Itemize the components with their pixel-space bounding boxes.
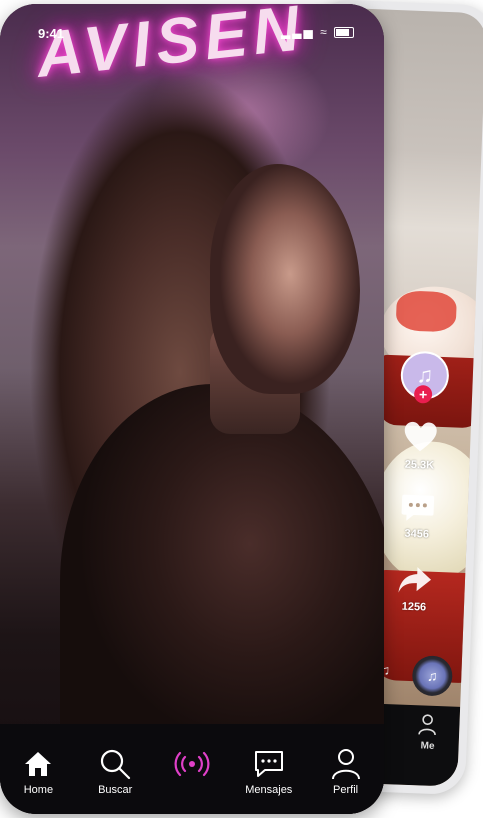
home-icon — [25, 752, 52, 776]
like-button[interactable] — [398, 420, 443, 459]
nav-perfil[interactable]: Perfil — [311, 748, 381, 796]
share-arrow-icon — [398, 567, 432, 593]
nav-perfil-label: Perfil — [333, 784, 359, 796]
nav-mensajes-label: Mensajes — [245, 784, 293, 796]
tiktok-logo-icon: ♫ — [426, 667, 438, 685]
wifi-icon: ≈ — [320, 25, 329, 39]
nav-live[interactable] — [157, 748, 227, 780]
comment-button[interactable] — [395, 490, 440, 529]
nav-buscar[interactable]: Buscar — [80, 748, 150, 796]
cupcake-topping — [395, 290, 458, 333]
live-broadcast-icon — [174, 751, 210, 777]
status-time: 9:41 — [38, 26, 65, 41]
shares-count: 1256 — [401, 600, 427, 614]
nav-home-label: Home — [23, 784, 54, 796]
nav-home[interactable]: Home — [3, 748, 73, 796]
me-tab[interactable] — [417, 713, 438, 741]
heart-icon — [404, 421, 437, 452]
search-icon — [101, 749, 131, 780]
profile-icon — [418, 714, 436, 736]
front-phone-mockup: AVISEN 9:41 ▂▃▅ ≈ Home Buscar Mensajes P… — [0, 4, 384, 814]
comment-bubble-icon — [401, 494, 435, 521]
messages-icon — [254, 751, 283, 777]
likes-count: 25.3K — [404, 458, 435, 472]
signal-icon: ▂▃▅ — [281, 25, 315, 39]
status-icons: ▂▃▅ ≈ — [281, 25, 354, 39]
nav-buscar-label: Buscar — [98, 784, 133, 796]
status-bar: 9:41 ▂▃▅ ≈ — [0, 4, 384, 44]
comments-count: 3456 — [404, 527, 430, 541]
music-disc[interactable]: ♫ — [411, 655, 454, 697]
profile-icon — [331, 749, 360, 780]
me-tab-label: Me — [420, 740, 435, 752]
share-button[interactable] — [392, 564, 437, 601]
battery-icon — [334, 27, 354, 39]
nav-mensajes[interactable]: Mensajes — [234, 748, 304, 796]
bottom-nav: Home Buscar Mensajes Perfil — [0, 724, 384, 814]
